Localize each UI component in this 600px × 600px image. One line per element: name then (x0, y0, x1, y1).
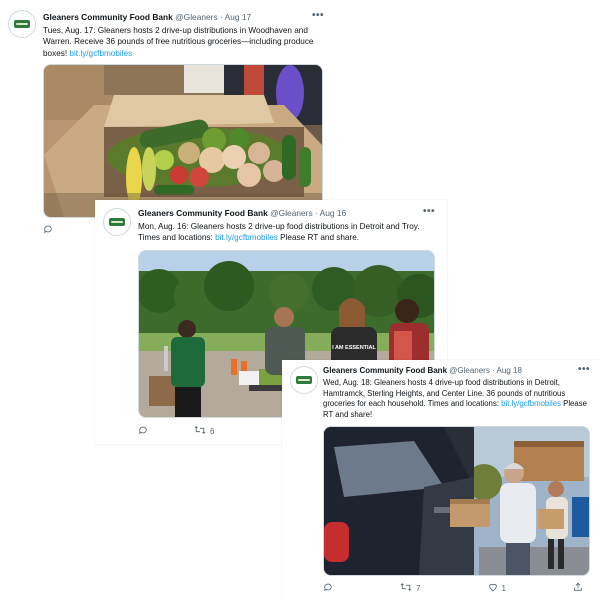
tweet-date[interactable]: Aug 17 (225, 12, 252, 22)
avatar-logo (295, 376, 313, 384)
tweet-actions: 6 (138, 425, 214, 437)
tweet-link[interactable]: bit.ly/gcfbmobiles (215, 233, 278, 242)
avatar-logo (108, 218, 126, 226)
tweet-date[interactable]: Aug 18 (497, 366, 522, 375)
tweet-header: Gleaners Community Food Bank @Gleaners ·… (138, 208, 346, 218)
like-button[interactable]: 1 (488, 582, 506, 594)
tweet-actions (43, 224, 53, 236)
author-handle[interactable]: @Gleaners (270, 208, 312, 218)
author-name[interactable]: Gleaners Community Food Bank (138, 208, 268, 218)
tweet-header: Gleaners Community Food Bank @Gleaners ·… (323, 366, 522, 375)
author-name[interactable]: Gleaners Community Food Bank (43, 12, 173, 22)
tweet-header: Gleaners Community Food Bank @Gleaners ·… (43, 12, 251, 22)
like-count: 1 (501, 583, 506, 593)
tweet-link[interactable]: bit.ly/gcfbmobiles (501, 399, 561, 408)
retweet-icon[interactable] (400, 582, 412, 594)
retweet-count: 6 (210, 426, 215, 436)
share-icon[interactable] (573, 582, 583, 594)
avatar[interactable] (290, 366, 318, 394)
tweet-aug18[interactable]: Gleaners Community Food Bank @Gleaners ·… (282, 360, 600, 600)
reply-icon[interactable] (43, 224, 53, 236)
reply-icon[interactable] (323, 582, 333, 594)
like-icon[interactable] (488, 582, 498, 594)
more-icon[interactable]: ••• (578, 364, 590, 375)
tweet-photo-car-loading[interactable] (323, 426, 590, 576)
separator: · (314, 208, 318, 218)
tweet-photo-produce-box[interactable] (43, 64, 323, 218)
tweet-text: Tues, Aug. 17: Gleaners hosts 2 drive-up… (43, 26, 314, 58)
reply-button[interactable] (138, 425, 148, 437)
tweet-actions: 7 1 (323, 582, 583, 594)
author-handle[interactable]: @Gleaners (449, 366, 490, 375)
reply-icon[interactable] (138, 425, 148, 437)
shirt-text: I AM ESSENTIAL (332, 345, 376, 351)
avatar-logo (13, 20, 31, 28)
author-name[interactable]: Gleaners Community Food Bank (323, 366, 447, 375)
more-icon[interactable]: ••• (423, 206, 435, 217)
share-button[interactable] (573, 582, 583, 594)
more-icon[interactable]: ••• (312, 10, 324, 21)
avatar[interactable] (8, 10, 36, 38)
retweet-count: 7 (416, 583, 421, 593)
produce-box-image (44, 65, 322, 217)
separator: · (492, 366, 495, 375)
tweet-link[interactable]: bit.ly/gcfbmobiles (69, 49, 132, 58)
avatar[interactable] (103, 208, 131, 236)
separator: · (219, 12, 223, 22)
retweet-button[interactable]: 6 (194, 425, 214, 437)
author-handle[interactable]: @Gleaners (175, 12, 217, 22)
retweet-icon[interactable] (194, 425, 206, 437)
retweet-button[interactable]: 7 (400, 582, 420, 594)
reply-button[interactable] (323, 582, 333, 594)
car-loading-image (324, 427, 589, 575)
tweet-text: Mon, Aug. 16: Gleaners hosts 2 drive-up … (138, 222, 420, 243)
tweet-text: Wed, Aug. 18: Gleaners hosts 4 drive-up … (323, 378, 587, 419)
tweet-date[interactable]: Aug 16 (320, 208, 347, 218)
